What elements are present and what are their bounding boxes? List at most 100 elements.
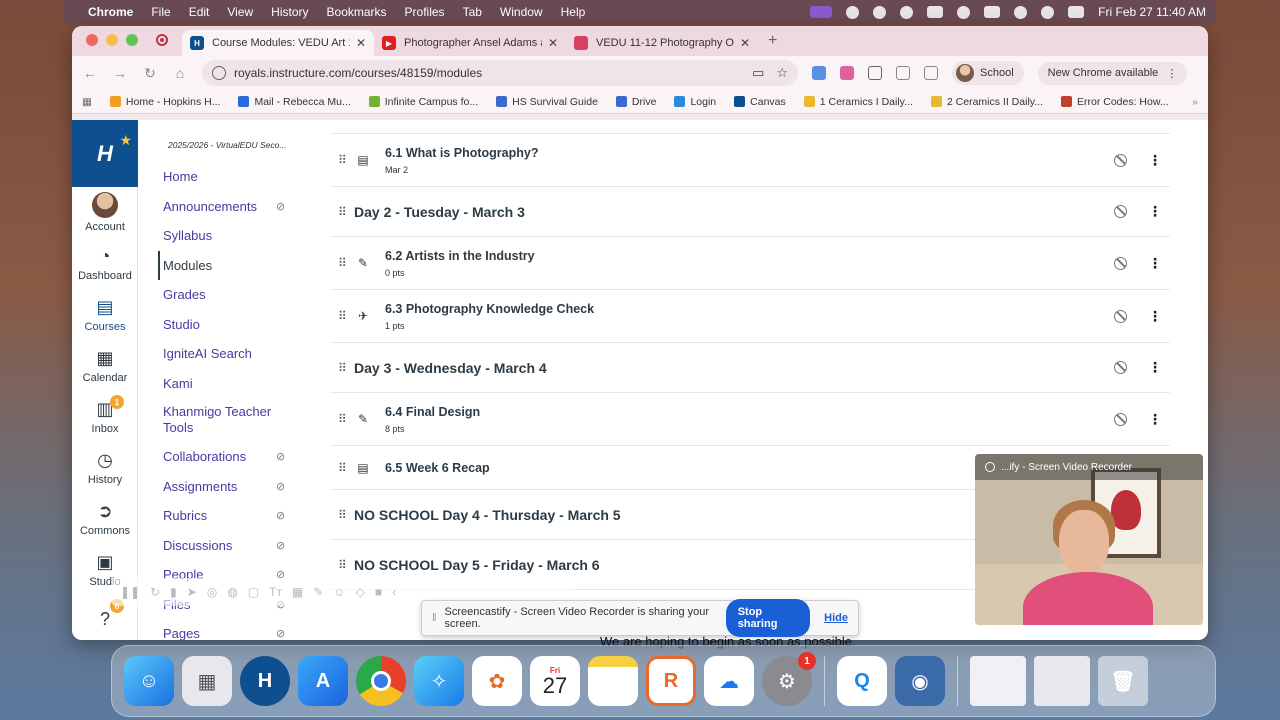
trash-icon[interactable]: 🗑: [1098, 656, 1148, 706]
url-text[interactable]: royals.instructure.com/courses/48159/mod…: [234, 66, 740, 80]
module-item-title[interactable]: 6.3 Photography Knowledge Check: [385, 302, 594, 316]
course-nav-assignments[interactable]: Assignments ⊘: [138, 472, 330, 502]
course-nav-khanmigo-teacher-tools[interactable]: Khanmigo Teacher Tools: [138, 398, 330, 442]
camera-icon[interactable]: ■: [375, 585, 382, 599]
course-nav-collaborations[interactable]: Collaborations ⊘: [138, 442, 330, 472]
spotlight-search-icon[interactable]: [1041, 5, 1055, 19]
menu-clock[interactable]: Fri Feb 27 11:40 AM: [1098, 5, 1206, 19]
close-tab-icon[interactable]: ✕: [548, 36, 558, 50]
chrome-icon[interactable]: [356, 656, 406, 706]
module-item[interactable]: ⠿ ✎ 6.2 Artists in the Industry 0 pts ⋮: [330, 237, 1170, 290]
zoom-window-button[interactable]: [126, 34, 138, 46]
bookmark-star-icon[interactable]: ☆: [776, 65, 788, 81]
bookmark-item[interactable]: Infinite Campus fo...: [368, 96, 478, 108]
course-nav-grades[interactable]: Grades: [138, 280, 330, 310]
creative-cloud-icon[interactable]: [900, 5, 914, 19]
drag-handle-icon[interactable]: ⠿: [338, 205, 347, 219]
module-header[interactable]: ⠿ Day 3 - Wednesday - March 4 ⋮: [330, 343, 1170, 393]
menu-tab[interactable]: Tab: [463, 5, 482, 19]
module-item-title[interactable]: 6.4 Final Design: [385, 405, 480, 419]
course-nav-discussions[interactable]: Discussions ⊘: [138, 531, 330, 561]
extension-icon[interactable]: [812, 66, 826, 80]
bookmark-item[interactable]: HS Survival Guide: [496, 96, 598, 108]
drag-handle-icon[interactable]: ⠿: [338, 361, 347, 375]
menu-file[interactable]: File: [151, 5, 170, 19]
safari-icon[interactable]: ✧: [414, 656, 464, 706]
unpublished-icon[interactable]: [1114, 412, 1127, 426]
school-logo[interactable]: H ★: [72, 120, 138, 187]
drag-handle-icon[interactable]: ⠿: [338, 256, 347, 270]
global-nav-account[interactable]: Account: [72, 187, 138, 238]
finder-icon[interactable]: ☺: [124, 656, 174, 706]
bookmark-item[interactable]: 1 Ceramics I Daily...: [803, 96, 913, 108]
module-item-title[interactable]: 6.2 Artists in the Industry: [385, 249, 535, 263]
onedrive-cloud-icon[interactable]: ☁: [704, 656, 754, 706]
hide-share-bar-link[interactable]: Hide: [824, 612, 848, 624]
module-item-title[interactable]: 6.1 What is Photography?: [385, 146, 539, 160]
canvas-app-icon[interactable]: H: [240, 656, 290, 706]
launchpad-icon[interactable]: ▦: [182, 656, 232, 706]
control-center-icon[interactable]: [1068, 6, 1085, 18]
bookmark-item[interactable]: Drive: [615, 96, 656, 108]
close-tab-icon[interactable]: ✕: [356, 36, 366, 50]
bookmark-item[interactable]: 2 Ceramics II Daily...: [930, 96, 1043, 108]
module-item[interactable]: ⠿ ✎ 6.4 Final Design 8 pts ⋮: [330, 393, 1170, 446]
system-settings-icon[interactable]: ⚙ 1: [762, 652, 816, 706]
module-item[interactable]: ⠿ ▤ 6.1 What is Photography? Mar 2 ⋮: [330, 134, 1170, 187]
stop-sharing-button[interactable]: Stop sharing: [725, 599, 811, 637]
home-icon[interactable]: ⌂: [172, 65, 188, 81]
unpublished-icon[interactable]: [1114, 205, 1127, 218]
blur-icon[interactable]: ▦: [292, 585, 303, 599]
module-header-title[interactable]: NO SCHOOL Day 5 - Friday - March 6: [354, 557, 600, 573]
play-icon[interactable]: [957, 5, 971, 19]
menu-window[interactable]: Window: [500, 5, 543, 19]
new-tab-icon[interactable]: +: [768, 32, 777, 50]
kebab-menu-icon[interactable]: ⋮: [1148, 203, 1162, 220]
drag-handle-icon[interactable]: ⠿: [338, 558, 347, 572]
zoom-icon[interactable]: ◎: [207, 585, 217, 599]
emoji-icon[interactable]: ☺: [333, 585, 345, 599]
module-header-title[interactable]: Day 2 - Tuesday - March 3: [354, 204, 525, 220]
back-arrow-icon[interactable]: ←: [82, 65, 98, 81]
calendar-icon[interactable]: Fri 27: [530, 656, 580, 706]
bookmark-item[interactable]: Canvas: [734, 96, 786, 108]
close-tab-icon[interactable]: ✕: [740, 36, 750, 50]
text-tool-icon[interactable]: Tт: [269, 585, 282, 599]
drag-handle-icon[interactable]: ⠿: [338, 461, 347, 475]
kebab-menu-icon[interactable]: ⋮: [1148, 152, 1162, 169]
minimize-window-button[interactable]: [106, 34, 118, 46]
global-nav-dashboard[interactable]: ◔ Dashboard: [72, 238, 138, 289]
kebab-menu-icon[interactable]: ⋮: [1148, 411, 1162, 428]
global-nav-calendar[interactable]: ▦ Calendar: [72, 340, 138, 391]
global-nav-commons[interactable]: ➲ Commons: [72, 493, 138, 544]
cast-icon[interactable]: ▭: [752, 65, 764, 81]
menu-edit[interactable]: Edit: [189, 5, 210, 19]
menu-app-name[interactable]: Chrome: [88, 5, 133, 19]
pause-icon[interactable]: ❚❚: [120, 585, 140, 599]
pen-icon[interactable]: ✎: [313, 585, 323, 599]
eraser-icon[interactable]: ◇: [356, 585, 365, 599]
cloud-sync-icon[interactable]: [873, 5, 887, 19]
unpublished-icon[interactable]: [1114, 361, 1127, 374]
kebab-menu-icon[interactable]: ⋮: [1148, 359, 1162, 376]
r-app-icon[interactable]: R: [646, 656, 696, 706]
drag-handle-icon[interactable]: ⠿: [338, 309, 347, 323]
course-nav-studio[interactable]: Studio: [138, 310, 330, 340]
module-header-title[interactable]: Day 3 - Wednesday - March 4: [354, 360, 547, 376]
rectangle-icon[interactable]: ▢: [248, 585, 259, 599]
course-nav-modules[interactable]: Modules: [158, 250, 330, 280]
new-chrome-available-button[interactable]: New Chrome available ⋮: [1037, 61, 1188, 85]
global-nav-courses[interactable]: ▤ Courses: [72, 289, 138, 340]
quicktime-icon[interactable]: Q: [837, 656, 887, 706]
extension-icon[interactable]: [840, 66, 854, 80]
notes-widget-icon[interactable]: [927, 6, 944, 18]
menu-help[interactable]: Help: [561, 5, 586, 19]
address-bar[interactable]: royals.instructure.com/courses/48159/mod…: [202, 60, 798, 86]
forward-arrow-icon[interactable]: →: [112, 65, 128, 81]
bookmark-item[interactable]: Mail - Rebecca Mu...: [238, 96, 351, 108]
apps-grid-icon[interactable]: ▦: [82, 96, 92, 108]
module-header-title[interactable]: NO SCHOOL Day 4 - Thursday - March 5: [354, 507, 621, 523]
unpublished-icon[interactable]: [1114, 309, 1127, 323]
spotlight-icon[interactable]: ◍: [227, 585, 237, 599]
trash-icon[interactable]: ▮: [170, 585, 177, 599]
